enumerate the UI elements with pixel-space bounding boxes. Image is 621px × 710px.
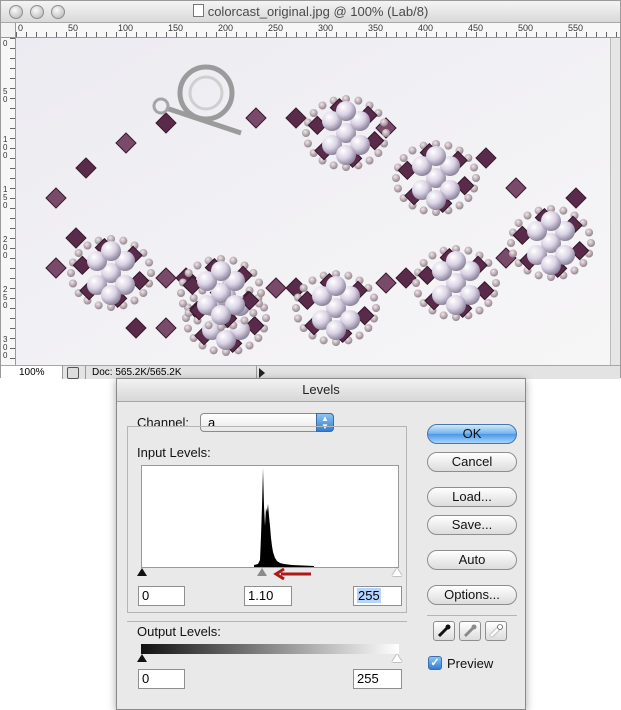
ruler-v-label: 300	[3, 335, 8, 360]
ruler-h-label: 450	[468, 23, 484, 33]
ruler-h-label: 150	[168, 23, 184, 33]
cancel-button[interactable]: Cancel	[427, 452, 517, 472]
document-title-text: colorcast_original.jpg @ 100% (Lab/8)	[207, 4, 429, 19]
histogram-graph	[254, 468, 314, 567]
input-levels-slider[interactable]	[137, 568, 402, 580]
ruler-v-label: 100	[3, 135, 8, 160]
white-eyedropper-icon	[489, 624, 503, 638]
red-arrow-annotation-icon	[273, 568, 311, 580]
status-menu-arrow-icon[interactable]	[259, 368, 265, 378]
save-button[interactable]: Save...	[427, 515, 517, 535]
black-eyedropper-icon	[437, 624, 451, 638]
input-black-field[interactable]: 0	[138, 586, 185, 606]
input-black-point-handle[interactable]	[137, 568, 147, 576]
image-canvas[interactable]	[16, 38, 611, 366]
ruler-h-label: 550	[568, 23, 584, 33]
options-button[interactable]: Options...	[427, 585, 517, 605]
preview-label[interactable]: Preview	[447, 656, 493, 671]
status-bar: 100% Doc: 565.2K/565.2K	[1, 365, 620, 379]
white-eyedropper-button[interactable]	[485, 621, 507, 641]
black-eyedropper-button[interactable]	[433, 621, 455, 641]
ruler-h-label: 250	[268, 23, 284, 33]
document-info-icon[interactable]	[67, 367, 79, 379]
input-white-value: 255	[357, 588, 381, 603]
levels-separator	[127, 621, 407, 622]
input-gamma-handle[interactable]	[257, 568, 267, 576]
ruler-h-label: 200	[218, 23, 234, 33]
vertical-scrollbar[interactable]	[610, 38, 620, 366]
input-black-value: 0	[142, 588, 150, 603]
gray-eyedropper-icon	[463, 624, 477, 638]
input-gamma-field[interactable]: 1.10	[244, 586, 292, 606]
output-levels-slider[interactable]	[137, 654, 402, 666]
ruler-h-label: 0	[18, 23, 24, 33]
histogram	[141, 465, 399, 568]
input-gamma-value: 1.10	[248, 588, 274, 603]
levels-dialog-title[interactable]: Levels	[117, 379, 525, 402]
output-levels-label: Output Levels:	[137, 624, 221, 639]
document-window: colorcast_original.jpg @ 100% (Lab/8) 0 …	[0, 0, 621, 379]
vertical-ruler[interactable]: 0 50 100 150 200 250 300	[1, 38, 16, 366]
document-title: colorcast_original.jpg @ 100% (Lab/8)	[1, 4, 620, 19]
ruler-h-label: 100	[118, 23, 134, 33]
auto-button[interactable]: Auto	[427, 550, 517, 570]
document-file-icon	[192, 4, 204, 17]
levels-dialog: Levels Channel: a ▲ ▼ Input Levels: 0 1.1…	[116, 378, 526, 710]
preview-checkbox[interactable]: ✓	[428, 656, 442, 670]
output-white-point-handle[interactable]	[392, 654, 402, 662]
ruler-v-label: 200	[3, 235, 8, 260]
ruler-h-label: 50	[68, 23, 79, 33]
options-separator	[427, 615, 517, 616]
ruler-origin[interactable]	[1, 23, 16, 38]
ruler-v-label: 150	[3, 185, 8, 210]
ok-button[interactable]: OK	[427, 424, 517, 444]
input-levels-label: Input Levels:	[137, 445, 211, 460]
ruler-h-label: 350	[368, 23, 384, 33]
output-white-field[interactable]: 255	[353, 669, 402, 689]
output-black-value: 0	[142, 671, 150, 686]
input-white-point-handle[interactable]	[392, 568, 402, 576]
output-black-field[interactable]: 0	[138, 669, 185, 689]
load-button[interactable]: Load...	[427, 487, 517, 507]
ruler-v-label: 50	[3, 87, 8, 104]
input-white-field[interactable]: 255	[353, 586, 402, 606]
horizontal-ruler[interactable]: 0 50 100 150 200 250 300 350 400 450 500…	[16, 23, 620, 38]
ruler-v-label: 0	[3, 39, 8, 48]
ruler-h-label: 400	[418, 23, 434, 33]
ruler-h-label: 300	[318, 23, 334, 33]
output-white-value: 255	[357, 671, 379, 686]
bracelet-photo	[16, 38, 611, 366]
output-black-point-handle[interactable]	[137, 654, 147, 662]
ruler-h-label: 500	[518, 23, 534, 33]
checkmark-icon: ✓	[430, 657, 440, 669]
document-titlebar[interactable]: colorcast_original.jpg @ 100% (Lab/8)	[1, 1, 620, 23]
ruler-v-label: 250	[3, 285, 8, 310]
output-gradient-bar	[141, 644, 399, 654]
gray-eyedropper-button[interactable]	[459, 621, 481, 641]
zoom-level-field[interactable]: 100%	[1, 366, 63, 379]
